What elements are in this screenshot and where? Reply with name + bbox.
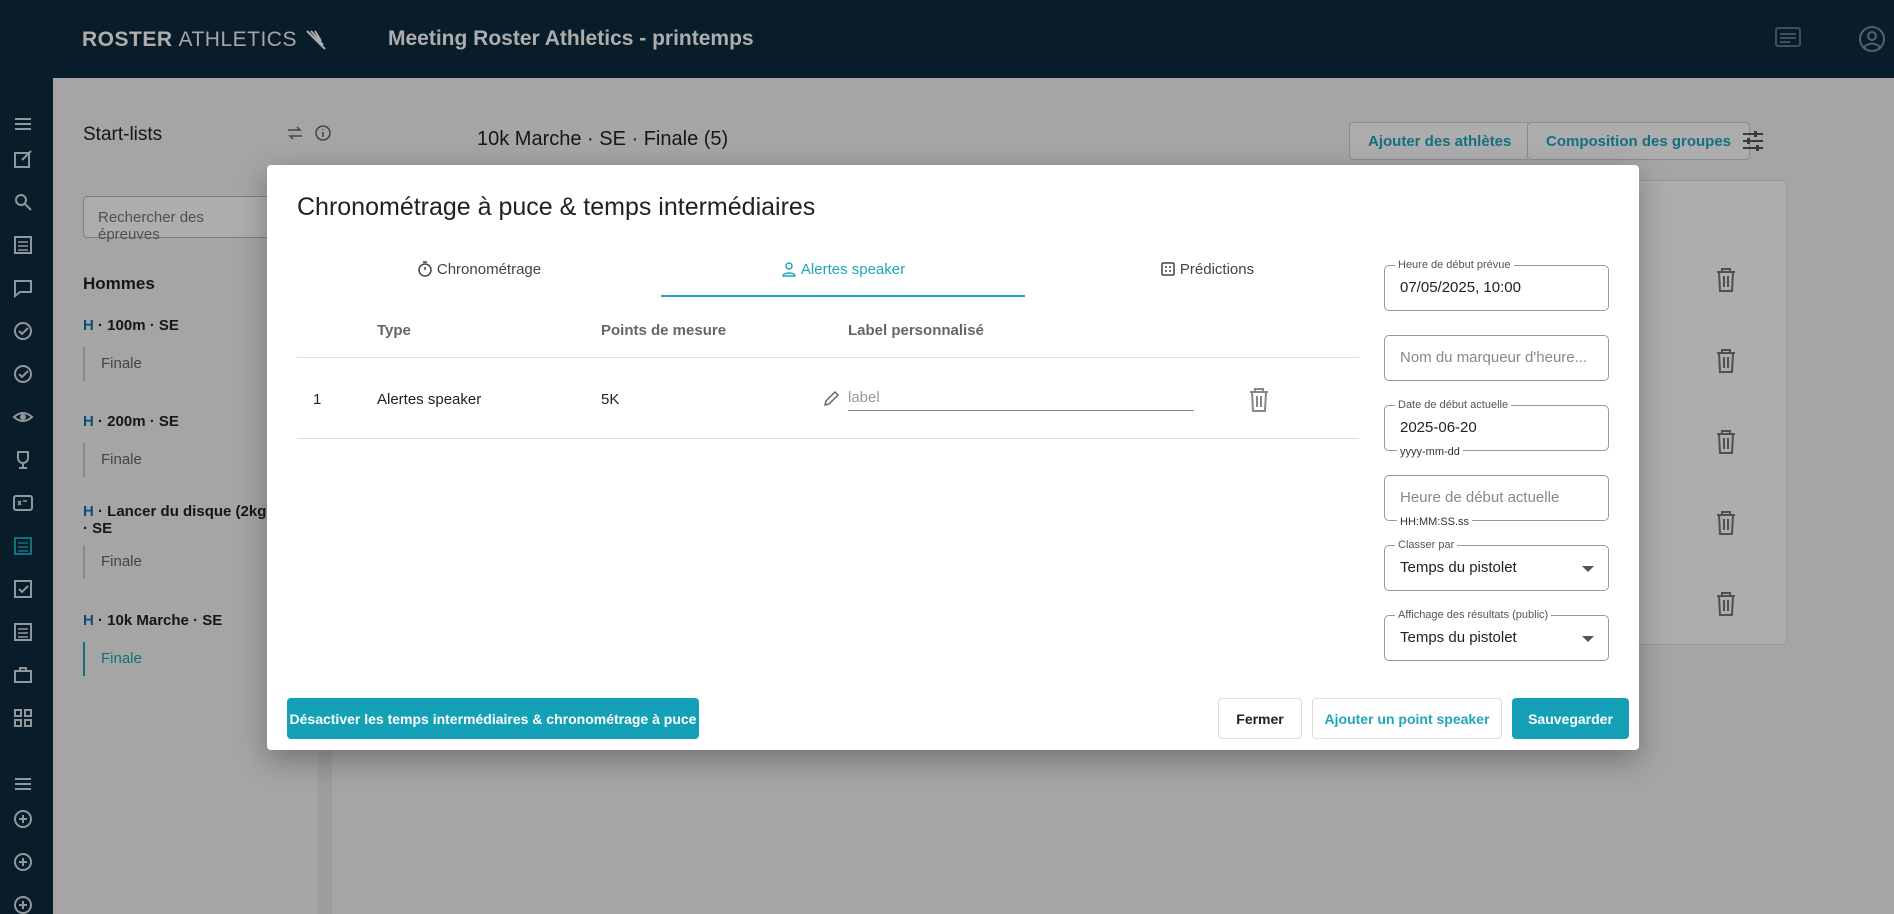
actual-start-date-field[interactable]: Date de début actuelle 2025-06-20 yyyy-m… [1384,399,1609,458]
close-button[interactable]: Fermer [1218,698,1302,739]
table-header: Type Points de mesure Label personnalisé [297,302,1359,358]
tab-label: Alertes speaker [800,260,906,278]
sort-by-select[interactable]: Classer par Temps du pistolet [1384,539,1609,591]
tab-label: Chronométrage [436,260,542,278]
dialog-tabs: Chronométrage Alertes speaker Prédiction… [297,243,1389,299]
results-display-select[interactable]: Affichage des résultats (public) Temps d… [1384,609,1609,661]
column-header: Label personnalisé [848,322,984,339]
field-value: Temps du pistolet [1400,559,1517,576]
stopwatch-icon [418,261,432,277]
split-timing-dialog: Chronométrage à puce & temps intermédiai… [267,165,1639,750]
field-helper: HH:MM:SS.ss [1397,516,1473,528]
field-placeholder: Nom du marqueur d'heure... [1400,349,1588,366]
calculator-icon [1161,262,1175,276]
field-label: Heure de début prévue [1395,259,1514,271]
trash-icon[interactable] [1247,386,1271,414]
custom-label-input[interactable] [848,385,1194,411]
tab-predictions[interactable]: Prédictions [1025,243,1389,295]
add-speaker-point-button[interactable]: Ajouter un point speaker [1312,698,1502,739]
field-value: 07/05/2025, 10:00 [1400,279,1521,296]
actual-start-time-field[interactable]: Heure de début actuelle HH:MM:SS.ss [1384,475,1609,528]
planned-start-field[interactable]: Heure de début prévue 07/05/2025, 10:00 [1384,259,1609,311]
field-helper: yyyy-mm-dd [1397,446,1463,458]
row-index: 1 [313,391,322,408]
dialog-title: Chronométrage à puce & temps intermédiai… [297,193,816,221]
person-icon [782,262,796,277]
tab-alertes-speaker[interactable]: Alertes speaker [661,243,1025,297]
field-placeholder: Heure de début actuelle [1400,489,1560,506]
table-row: 1 Alertes speaker 5K [297,358,1359,439]
field-label: Affichage des résultats (public) [1395,609,1552,621]
field-label: Date de début actuelle [1395,399,1512,411]
row-measure-point: 5K [601,391,620,408]
field-value: 2025-06-20 [1400,419,1477,436]
tab-chronometrage[interactable]: Chronométrage [297,243,661,295]
save-button[interactable]: Sauvegarder [1512,698,1629,739]
column-header: Type [377,322,411,339]
disable-split-timing-button[interactable]: Désactiver les temps intermédiaires & ch… [287,698,699,739]
row-type: Alertes speaker [377,391,482,408]
field-label: Classer par [1395,539,1458,551]
tab-label: Prédictions [1179,260,1255,278]
dropdown-arrow-icon [1582,566,1594,572]
field-value: Temps du pistolet [1400,629,1517,646]
column-header: Points de mesure [601,322,727,339]
edit-pencil-icon[interactable] [822,388,842,408]
dropdown-arrow-icon [1582,636,1594,642]
time-marker-name-field[interactable]: Nom du marqueur d'heure... [1384,335,1609,381]
